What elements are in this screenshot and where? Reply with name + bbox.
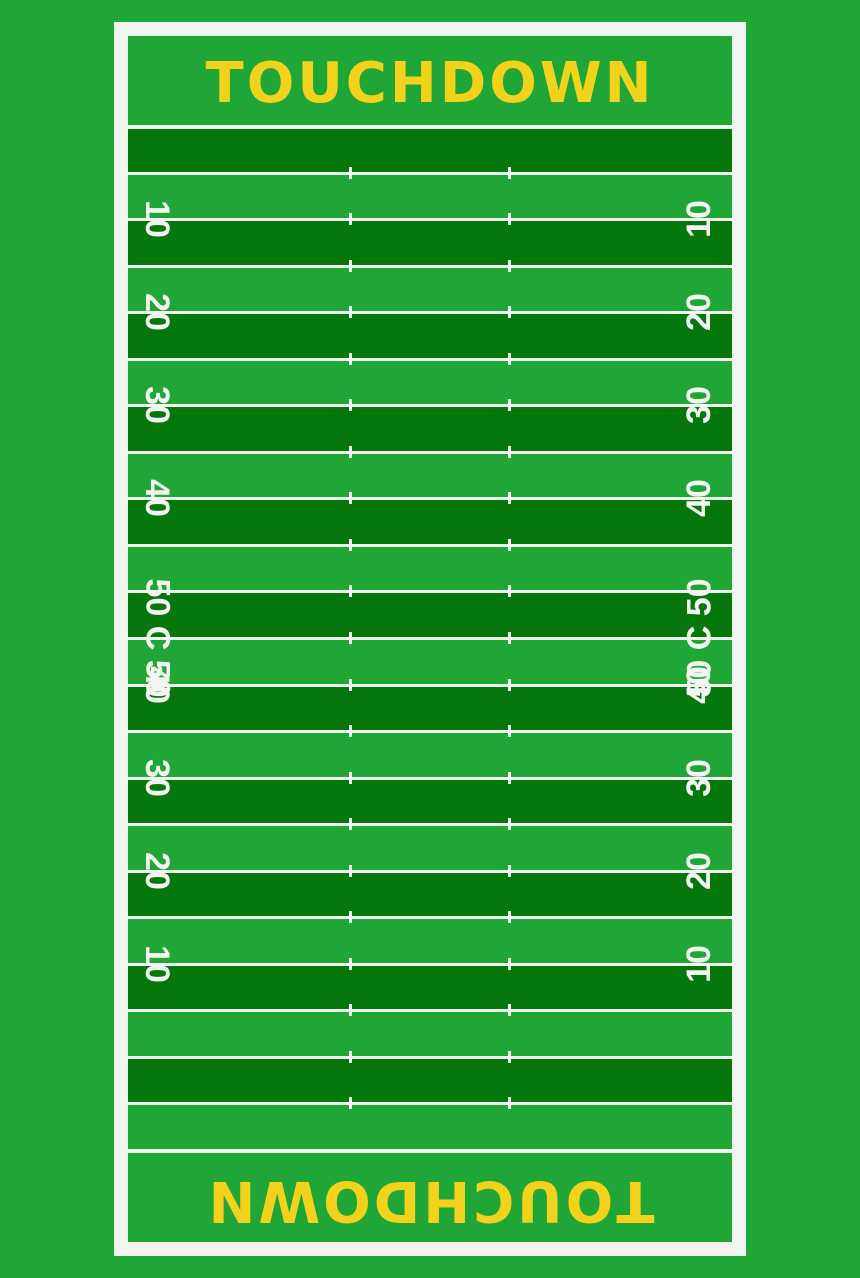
yard-number-left: 40	[137, 665, 176, 704]
yard-number-left: 20	[137, 293, 176, 332]
yard-number-right: 30	[679, 386, 718, 425]
yard-number-left: 20	[137, 851, 176, 890]
yard-number-right: 20	[679, 851, 718, 890]
yard-number-left: 30	[137, 386, 176, 425]
yard-number-right: 40	[679, 479, 718, 518]
yard-number-left: 10	[137, 200, 176, 238]
yard-number-right: 10	[679, 944, 718, 983]
yard-number-left: 30	[137, 758, 176, 797]
yard-number-left: 40	[137, 479, 176, 518]
yard-numbers: 10 10 20 20 30 30 40 40 50 C 50 50 C 50 40 40 30 30 20…	[0, 0, 860, 1278]
yard-number-right: 10	[679, 200, 718, 238]
yard-number-right: 20	[679, 293, 718, 332]
yard-number-right: 30	[679, 758, 718, 797]
yard-number-left: 10	[137, 944, 176, 983]
yard-number-right: 40	[679, 665, 718, 704]
